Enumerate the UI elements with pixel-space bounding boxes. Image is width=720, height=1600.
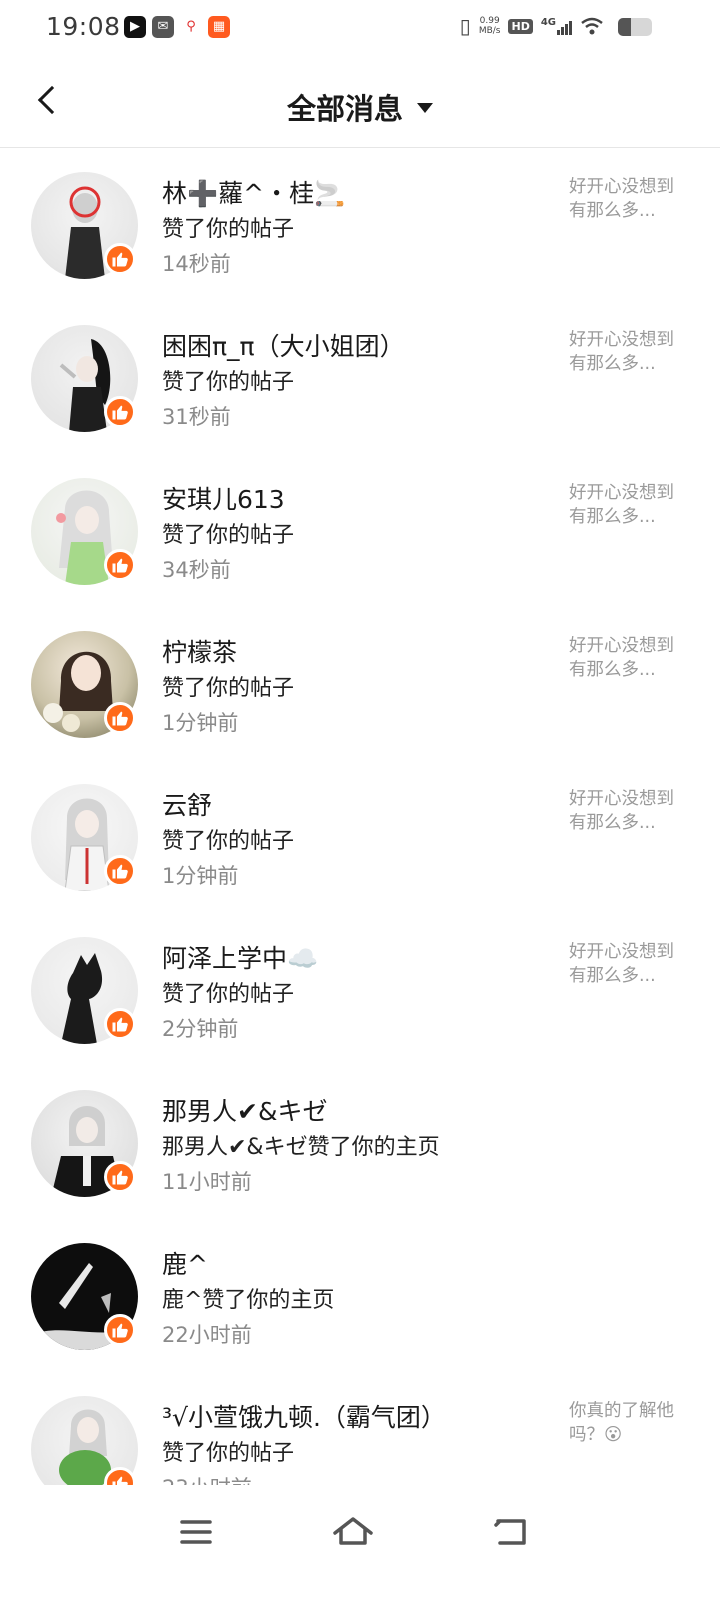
sender-name[interactable]: ³√小萱饿九顿.（霸气团）: [162, 1398, 446, 1434]
message-item[interactable]: 柠檬茶 赞了你的帖子 1分钟前 好开心没想到有那么多...: [0, 609, 720, 762]
status-bar: 19:08 ▶ ✉ ⚲ ▦ ▯ 0.99 MB/s HD 4G: [0, 0, 720, 56]
menu-icon: [180, 1520, 212, 1544]
like-badge: [104, 396, 136, 428]
message-action: 赞了你的帖子: [162, 523, 295, 548]
notification-icons: ▶ ✉ ⚲ ▦: [124, 16, 230, 38]
message-action: 赞了你的帖子: [162, 217, 295, 242]
post-snippet[interactable]: 好开心没想到有那么多...: [569, 940, 679, 988]
post-snippet[interactable]: 好开心没想到有那么多...: [569, 481, 679, 529]
like-badge: [104, 1161, 136, 1193]
thumbs-up-icon: [112, 252, 128, 267]
thumbs-up-icon: [112, 1170, 128, 1185]
message-item[interactable]: 那男人✔&キゼ 那男人✔&キゼ赞了你的主页 11小时前: [0, 1068, 720, 1221]
message-item[interactable]: 阿泽上学中☁️ 赞了你的帖子 2分钟前 好开心没想到有那么多...: [0, 915, 720, 1068]
message-list: 林➕蘿^・桂🚬 赞了你的帖子 14秒前 好开心没想到有那么多... 困困π_π（…: [0, 150, 720, 1485]
message-item[interactable]: 安琪儿613 赞了你的帖子 34秒前 好开心没想到有那么多...: [0, 456, 720, 609]
menu-button[interactable]: [166, 1507, 226, 1557]
vibrate-icon: ▯: [459, 14, 471, 38]
network-speed: 0.99 MB/s: [479, 16, 501, 36]
post-snippet[interactable]: 好开心没想到有那么多...: [569, 634, 679, 682]
caret-down-icon: [417, 103, 433, 113]
like-badge: [104, 1008, 136, 1040]
signal-icon: 4G: [541, 17, 572, 35]
message-action: 鹿^赞了你的主页: [162, 1288, 335, 1313]
sender-name[interactable]: 困困π_π（大小姐团）: [162, 327, 405, 363]
thumbs-up-icon: [112, 1017, 128, 1032]
sender-name[interactable]: 林➕蘿^・桂🚬: [162, 174, 345, 210]
net-speed-value: 0.99: [479, 16, 500, 26]
thumbs-up-icon: [112, 711, 128, 726]
sender-name[interactable]: 柠檬茶: [162, 633, 237, 669]
message-item[interactable]: 云舒 赞了你的帖子 1分钟前 好开心没想到有那么多...: [0, 762, 720, 915]
screen: 19:08 ▶ ✉ ⚲ ▦ ▯ 0.99 MB/s HD 4G 全部消息 林➕蘿…: [0, 0, 720, 1600]
like-badge: [104, 855, 136, 887]
status-time: 19:08: [46, 12, 121, 41]
message-time: 1分钟前: [162, 711, 239, 735]
message-time: 31秒前: [162, 405, 231, 429]
thumbs-up-icon: [112, 1323, 128, 1338]
like-badge: [104, 1314, 136, 1346]
post-snippet[interactable]: 好开心没想到有那么多...: [569, 175, 679, 223]
message-time: 1分钟前: [162, 864, 239, 888]
thumbs-up-icon: [112, 1476, 128, 1485]
map-app-icon: ⚲: [180, 16, 202, 38]
message-time: 11小时前: [162, 1170, 252, 1194]
back-icon: [494, 1519, 526, 1545]
message-action: 赞了你的帖子: [162, 829, 295, 854]
like-badge: [104, 702, 136, 734]
grid-app-icon: ▦: [208, 16, 230, 38]
sender-name[interactable]: 阿泽上学中☁️: [162, 939, 318, 975]
system-nav-bar: [0, 1485, 720, 1600]
sender-name[interactable]: 鹿^: [162, 1245, 208, 1281]
message-action: 赞了你的帖子: [162, 370, 295, 395]
wifi-icon: [581, 17, 603, 35]
back-nav-button[interactable]: [480, 1507, 540, 1557]
message-action: 那男人✔&キゼ赞了你的主页: [162, 1135, 440, 1160]
thumbs-up-icon: [112, 558, 128, 573]
message-action: 赞了你的帖子: [162, 676, 295, 701]
page-title: 全部消息: [286, 92, 403, 126]
network-type: 4G: [540, 17, 556, 28]
like-badge: [104, 549, 136, 581]
message-action: 赞了你的帖子: [162, 1441, 295, 1466]
message-time: 34秒前: [162, 558, 231, 582]
battery-level: [618, 18, 631, 36]
thumbs-up-icon: [112, 864, 128, 879]
message-item[interactable]: 困困π_π（大小姐团） 赞了你的帖子 31秒前 好开心没想到有那么多...: [0, 303, 720, 456]
system-icons: ▯ 0.99 MB/s HD 4G: [460, 14, 604, 38]
home-icon: [333, 1517, 373, 1545]
header: 全部消息: [0, 64, 720, 148]
battery-icon: [618, 18, 652, 36]
sender-name[interactable]: 云舒: [162, 786, 212, 822]
net-speed-unit: MB/s: [478, 26, 501, 36]
like-badge: [104, 243, 136, 275]
hd-badge: HD: [508, 18, 533, 34]
message-item[interactable]: 鹿^ 鹿^赞了你的主页 22小时前: [0, 1221, 720, 1374]
post-snippet[interactable]: 好开心没想到有那么多...: [569, 328, 679, 376]
mail-app-icon: ✉: [152, 16, 174, 38]
message-item[interactable]: ³√小萱饿九顿.（霸气团） 赞了你的帖子 23小时前 你真的了解他吗？😮: [0, 1374, 720, 1485]
message-time: 23小时前: [162, 1472, 252, 1485]
message-item[interactable]: 林➕蘿^・桂🚬 赞了你的帖子 14秒前 好开心没想到有那么多...: [0, 150, 720, 303]
thumbs-up-icon: [112, 405, 128, 420]
sender-name[interactable]: 那男人✔&キゼ: [162, 1092, 327, 1128]
sender-name[interactable]: 安琪儿613: [162, 480, 285, 516]
message-action: 赞了你的帖子: [162, 982, 295, 1007]
message-filter-dropdown[interactable]: 全部消息: [0, 86, 720, 128]
post-snippet[interactable]: 你真的了解他吗？😮: [569, 1399, 679, 1447]
message-time: 2分钟前: [162, 1017, 239, 1041]
video-app-icon: ▶: [124, 16, 146, 38]
post-snippet[interactable]: 好开心没想到有那么多...: [569, 787, 679, 835]
message-time: 22小时前: [162, 1323, 252, 1347]
message-time: 14秒前: [162, 252, 231, 276]
home-button[interactable]: [323, 1507, 383, 1557]
